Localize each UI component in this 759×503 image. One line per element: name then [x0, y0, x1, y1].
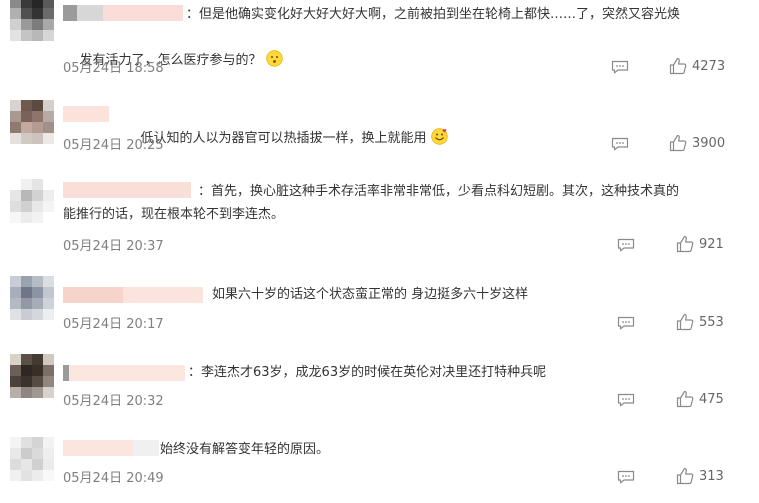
avatar[interactable] [10, 354, 54, 398]
comment-icon[interactable] [617, 315, 635, 330]
comment-text: ：首先，换心脏这种手术存活率非常非常低，少看点科幻短剧。其次，这种技术真的 [198, 184, 680, 199]
comment-time: 05月24日 20:32 [63, 394, 164, 409]
username-redacted[interactable] [63, 182, 191, 198]
like-count: 4273 [692, 59, 726, 74]
comment-text: 始终没有解答变年轻的原因。 [160, 442, 330, 457]
thumbs-up-icon[interactable] [669, 57, 687, 75]
thumbs-up-icon[interactable] [676, 313, 694, 331]
smiling-face-with-hearts-emoji [430, 128, 448, 145]
comment-time: 05月24日 18:58 [63, 61, 164, 76]
avatar[interactable] [10, 437, 54, 481]
comment-icon[interactable] [617, 469, 635, 484]
username-redacted[interactable] [63, 365, 185, 381]
username-redacted[interactable] [63, 5, 183, 21]
avatar[interactable] [10, 0, 54, 41]
comment-icon[interactable] [617, 237, 635, 252]
comment-time: 05月24日 20:25 [63, 138, 164, 153]
username-redacted[interactable] [63, 106, 109, 122]
comment-text: ：但是他确实变化好大好大好大啊，之前被拍到坐在轮椅上都快……了，突然又容光焕 [186, 7, 681, 22]
username-redacted[interactable] [63, 287, 203, 303]
comment-time: 05月24日 20:17 [63, 317, 164, 332]
comment-text: 低认知的人以为器官可以热插拔一样，换上就能用 [124, 104, 448, 173]
like-count: 475 [699, 392, 724, 407]
like-count: 921 [699, 237, 724, 252]
avatar[interactable] [10, 100, 54, 144]
comment-icon[interactable] [617, 392, 635, 407]
thinking-face-emoji [265, 50, 283, 67]
thumbs-up-icon[interactable] [676, 235, 694, 253]
comment-text-line: 低认知的人以为器官可以热插拔一样，换上就能用 [140, 131, 427, 146]
like-count: 3900 [692, 136, 726, 151]
thumbs-up-icon[interactable] [676, 390, 694, 408]
thumbs-up-icon[interactable] [676, 467, 694, 485]
avatar[interactable] [10, 276, 54, 320]
username-redacted[interactable] [63, 440, 159, 456]
comment-icon[interactable] [611, 59, 629, 74]
like-count: 553 [699, 315, 724, 330]
comment-text: ：李连杰才63岁，成龙63岁的时候在英伦对决里还打特种兵呢 [188, 365, 547, 380]
like-count: 313 [699, 469, 724, 484]
avatar[interactable] [10, 179, 54, 223]
comment-time: 05月24日 20:37 [63, 239, 164, 254]
comment-time: 05月24日 20:49 [63, 471, 164, 486]
thumbs-up-icon[interactable] [669, 134, 687, 152]
comment-text: 如果六十岁的话这个状态蛮正常的 身边挺多六十岁这样 [212, 287, 529, 302]
comment-text: 能推行的话，现在根本轮不到李连杰。 [63, 207, 285, 222]
comment-icon[interactable] [611, 136, 629, 151]
